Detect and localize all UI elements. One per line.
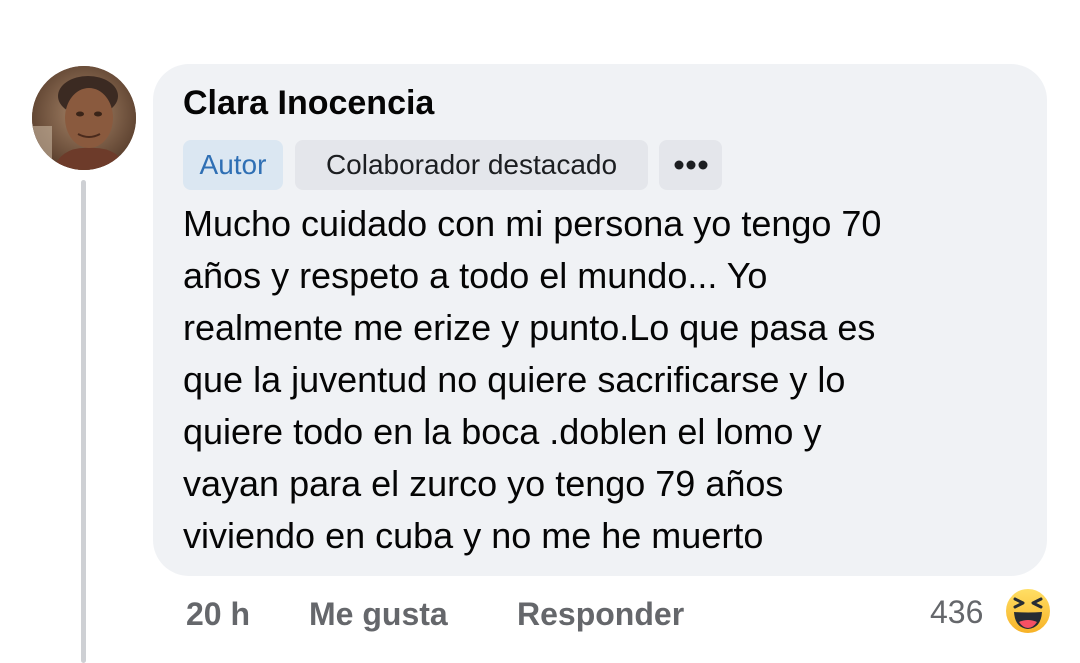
- comment-text-line: años y respeto a todo el mundo... Yo: [183, 255, 768, 296]
- comment-text-line: quiere todo en la boca .doblen el lomo y: [183, 411, 822, 452]
- comment-text: Mucho cuidado con mi persona yo tengo 70…: [183, 198, 1023, 562]
- avatar[interactable]: [32, 66, 136, 170]
- haha-laughing-emoji-icon[interactable]: [1003, 586, 1053, 636]
- comment-text-line: Mucho cuidado con mi persona yo tengo 70: [183, 203, 882, 244]
- comment-text-line: vayan para el zurco yo tengo 79 años: [183, 463, 784, 504]
- comment-timestamp[interactable]: 20 h: [186, 592, 250, 636]
- avatar-photo: [32, 66, 136, 170]
- reply-button[interactable]: Responder: [517, 592, 684, 636]
- comment-text-line: realmente me erize y punto.Lo que pasa e…: [183, 307, 876, 348]
- reply-thread-line: [81, 180, 86, 663]
- comment-text-line: que la juventud no quiere sacrificarse y…: [183, 359, 846, 400]
- reaction-count[interactable]: 436: [930, 590, 983, 634]
- more-options-button[interactable]: [659, 140, 722, 190]
- top-contributor-badge[interactable]: Colaborador destacado: [295, 140, 648, 190]
- author-badge: Autor: [183, 140, 283, 190]
- more-horizontal-icon: [674, 160, 707, 170]
- comment-text-line: viviendo en cuba y no me he muerto: [183, 515, 764, 556]
- comment-author-name[interactable]: Clara Inocencia: [183, 84, 434, 123]
- like-button[interactable]: Me gusta: [309, 592, 448, 636]
